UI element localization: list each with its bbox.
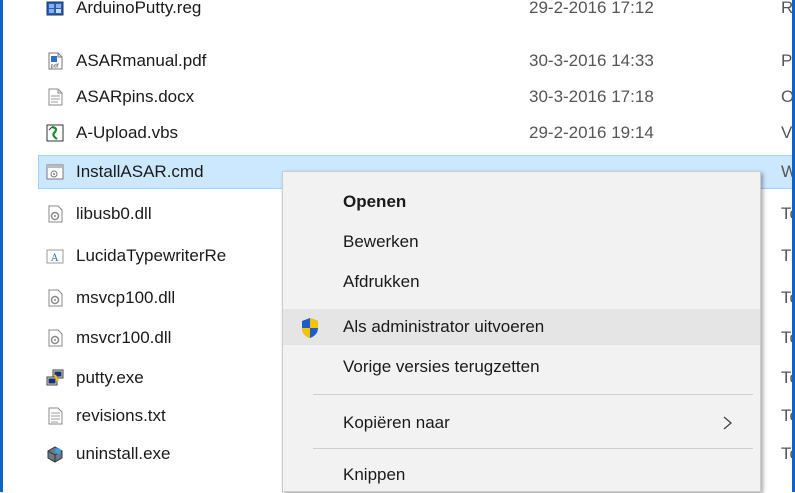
menu-item-label: Openen <box>343 192 407 211</box>
menu-item-afdrukken[interactable]: Afdrukken <box>283 264 760 300</box>
menu-item-knippen[interactable]: Knippen <box>283 457 760 493</box>
menu-item-restore-previous-versions[interactable]: Vorige versies terugzetten <box>283 349 760 385</box>
menu-separator <box>313 394 753 395</box>
menu-item-run-as-administrator[interactable]: Als administrator uitvoeren <box>283 309 760 345</box>
menu-item-label: Afdrukken <box>343 272 420 291</box>
menu-item-bewerken[interactable]: Bewerken <box>283 224 760 260</box>
menu-separator <box>313 448 753 449</box>
menu-item-openen[interactable]: Openen <box>283 184 760 220</box>
menu-item-label: Kopiëren naar <box>343 413 450 432</box>
menu-item-label: Vorige versies terugzetten <box>343 357 540 376</box>
context-menu: Openen Bewerken Afdrukken Als administra… <box>282 171 761 492</box>
menu-item-label: Knippen <box>343 465 406 484</box>
menu-item-label: Bewerken <box>343 232 419 251</box>
uac-shield-icon <box>302 318 318 338</box>
menu-item-kopieren-naar[interactable]: Kopiëren naar <box>283 405 760 441</box>
chevron-right-icon <box>723 416 732 430</box>
menu-item-label: Als administrator uitvoeren <box>343 317 545 336</box>
